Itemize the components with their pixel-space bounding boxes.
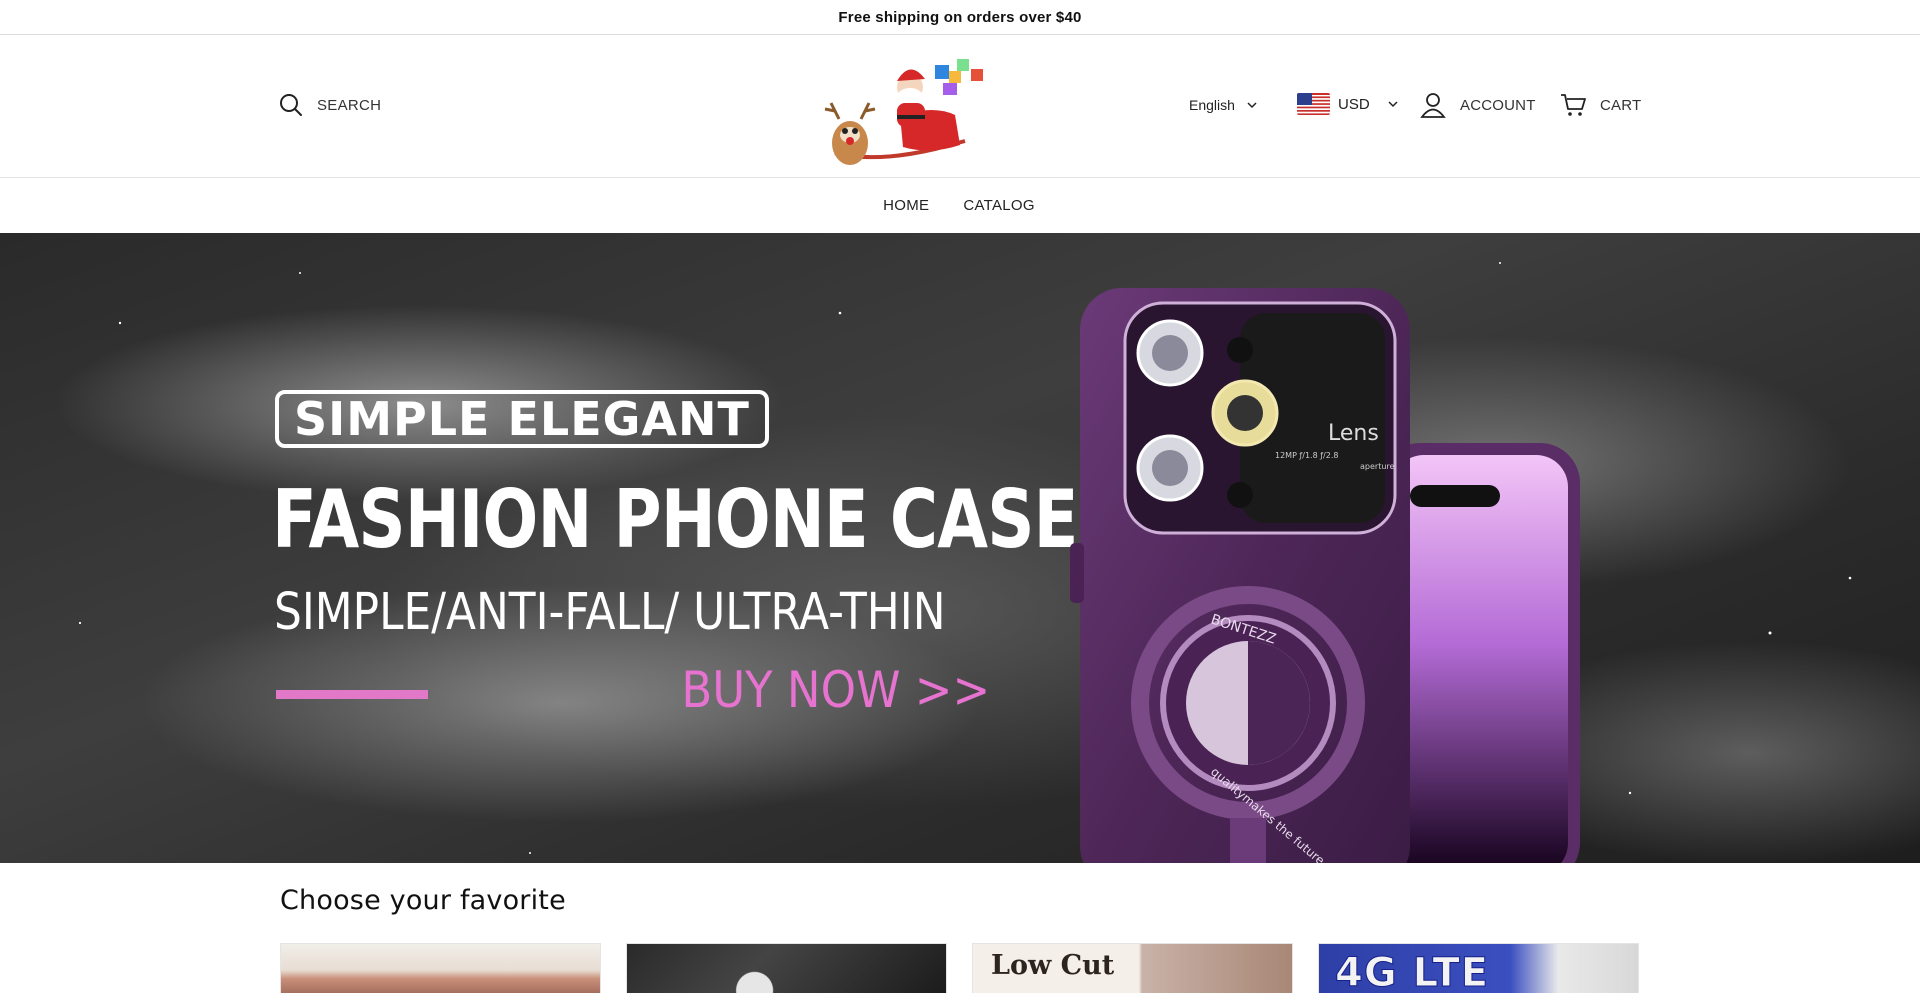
search-button[interactable]: SEARCH — [279, 93, 381, 117]
search-label: SEARCH — [317, 96, 382, 114]
hero-text-block: SIMPLE ELEGANT FASHION PHONE CASE SIMPLE… — [272, 233, 1078, 863]
lens-label: Lens — [1328, 421, 1379, 446]
hero-badge: SIMPLE ELEGANT — [275, 390, 769, 448]
hero-subline: SIMPLE/ANTI-FALL/ ULTRA-THIN — [274, 583, 946, 642]
decorative-bar — [276, 690, 428, 699]
currency-selector[interactable]: USD — [1297, 93, 1398, 115]
collection-card-4[interactable]: 4G LTE — [1318, 943, 1639, 993]
hero-headline: FASHION PHONE CASE — [272, 473, 1078, 566]
cart-link[interactable]: CART — [1560, 93, 1641, 117]
collection-card-4-text: 4G LTE — [1334, 950, 1490, 993]
collection-card-3[interactable]: Low Cut — [972, 943, 1293, 993]
chevron-down-icon — [1388, 101, 1398, 108]
announcement-text: Free shipping on orders over $40 — [838, 8, 1082, 26]
lens-spec: 12MP ƒ/1.8 ƒ/2.8 — [1275, 451, 1338, 460]
hero-banner[interactable]: SIMPLE ELEGANT FASHION PHONE CASE SIMPLE… — [0, 233, 1920, 863]
language-label: English — [1189, 97, 1235, 113]
collection-card-2[interactable] — [626, 943, 947, 993]
account-label: ACCOUNT — [1460, 96, 1536, 114]
collection-card-3-text: Low Cut — [991, 950, 1115, 981]
currency-label: USD — [1338, 95, 1370, 113]
cart-label: CART — [1600, 96, 1642, 114]
account-link[interactable]: ACCOUNT — [1420, 92, 1536, 118]
store-logo[interactable] — [815, 45, 990, 173]
buy-now-button[interactable]: BUY NOW >> — [681, 661, 990, 719]
site-header: SEARCH English USD ACCOUNT CART — [0, 35, 1920, 178]
main-nav: HOME CATALOG — [0, 178, 1920, 233]
nav-item-catalog[interactable]: CATALOG — [963, 197, 1035, 214]
language-selector[interactable]: English — [1189, 97, 1257, 113]
us-flag-icon — [1297, 93, 1330, 115]
collection-card-1[interactable] — [280, 943, 601, 993]
nav-item-home[interactable]: HOME — [883, 197, 929, 214]
phone-case-image: Lens 12MP ƒ/1.8 ƒ/2.8 aperture BONTEZZ q… — [1070, 288, 1580, 863]
aperture-label: aperture — [1360, 462, 1395, 471]
search-icon — [280, 94, 302, 116]
cart-icon — [1561, 94, 1586, 116]
chevron-down-icon — [1247, 102, 1257, 109]
section-title: Choose your favorite — [280, 885, 566, 916]
collection-list: Low Cut 4G LTE — [280, 943, 1640, 993]
user-icon — [1420, 93, 1446, 118]
announcement-bar: Free shipping on orders over $40 — [0, 0, 1920, 35]
